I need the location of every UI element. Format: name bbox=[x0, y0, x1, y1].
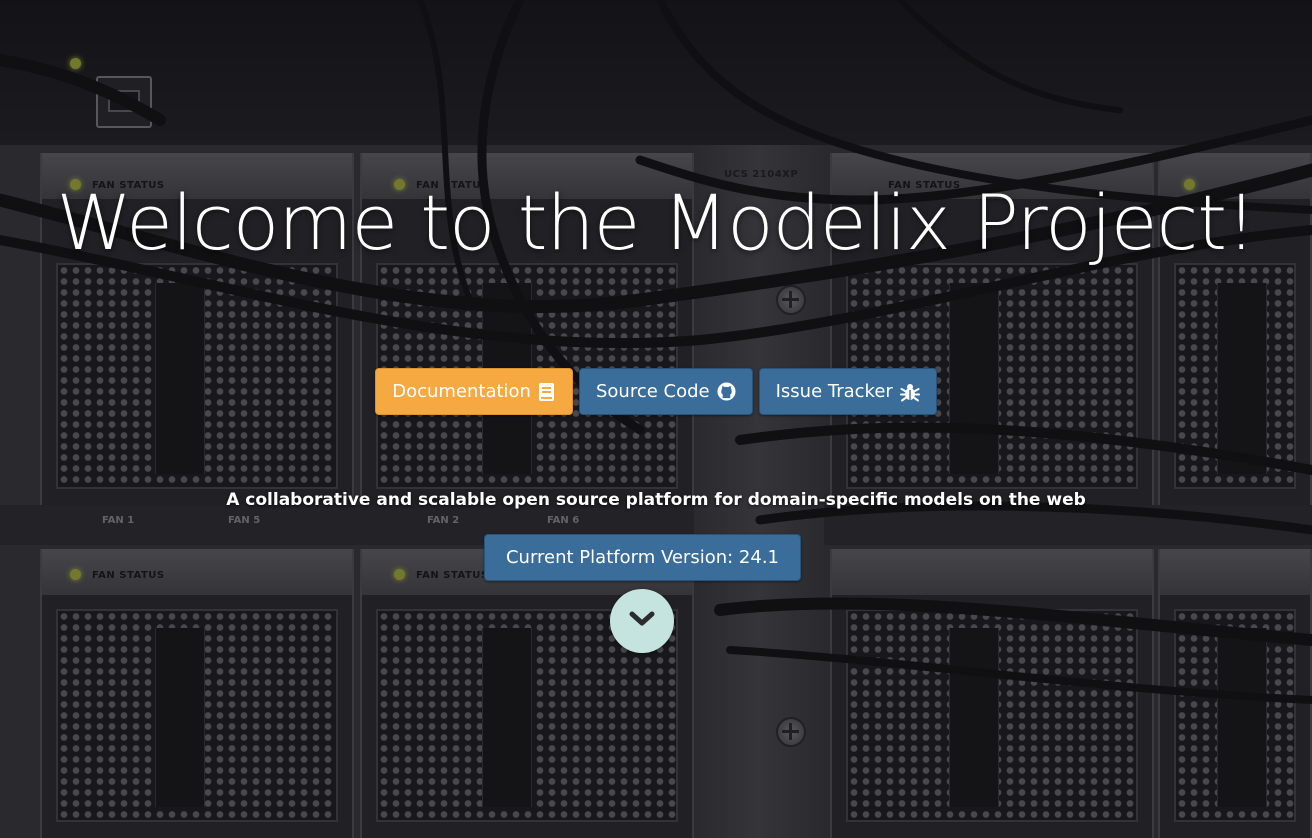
platform-version-label: Current Platform Version: 24.1 bbox=[505, 547, 779, 568]
bug-icon bbox=[899, 382, 920, 402]
github-icon bbox=[717, 382, 736, 401]
platform-version-button[interactable]: Current Platform Version: 24.1 bbox=[484, 534, 801, 581]
scroll-down-button[interactable] bbox=[610, 589, 674, 653]
chevron-down-icon bbox=[629, 611, 655, 631]
documentation-label: Documentation bbox=[392, 381, 531, 402]
source-code-button[interactable]: Source Code bbox=[578, 368, 753, 415]
book-icon bbox=[538, 382, 556, 402]
link-button-group: Documentation Source Code Issue Tracker bbox=[0, 368, 1312, 415]
issue-tracker-label: Issue Tracker bbox=[775, 381, 893, 402]
source-code-label: Source Code bbox=[595, 381, 710, 402]
documentation-button[interactable]: Documentation bbox=[375, 368, 573, 415]
hero-background-image: FAN STATUS FAN STATUS FAN STATUS FAN 1 F… bbox=[0, 0, 1312, 838]
page-title: Welcome to the Modelix Project! bbox=[56, 178, 1256, 267]
issue-tracker-button[interactable]: Issue Tracker bbox=[758, 368, 937, 415]
tagline: A collaborative and scalable open source… bbox=[226, 490, 1086, 510]
